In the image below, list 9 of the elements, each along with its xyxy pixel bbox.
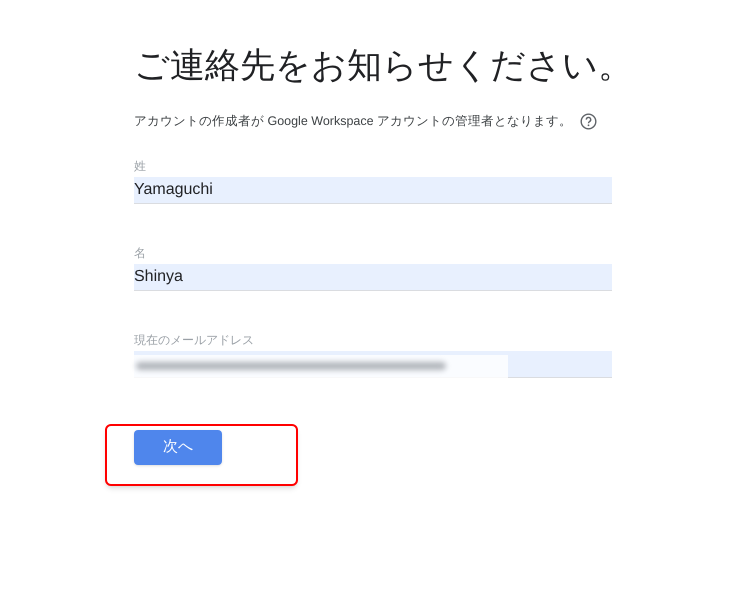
description-text: アカウントの作成者が Google Workspace アカウントの管理者となります。: [134, 113, 572, 130]
help-icon[interactable]: [580, 112, 598, 130]
field-label: 現在のメールアドレス: [134, 332, 254, 349]
field-label: 名: [134, 244, 146, 262]
next-button[interactable]: 次へ: [134, 430, 222, 465]
input-field[interactable]: Shinya: [134, 264, 612, 291]
field-label: 姓: [134, 158, 146, 175]
page-heading: ご連絡先をお知らせください。: [134, 45, 633, 87]
input-field[interactable]: Yamaguchi: [134, 176, 612, 204]
